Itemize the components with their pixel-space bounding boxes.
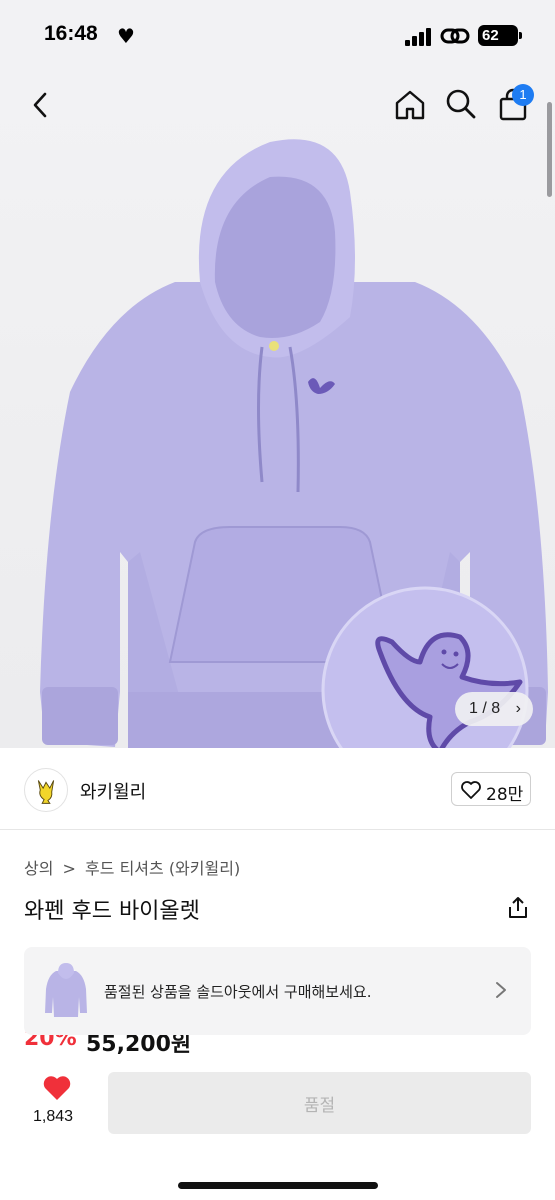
soldout-banner[interactable]: 품절된 상품을 솔드아웃에서 구매해보세요. [24, 947, 531, 1035]
brand-logo-icon[interactable] [24, 768, 68, 812]
soldout-button[interactable]: 품절 [108, 1072, 531, 1134]
brand-like-button[interactable]: 28만 [451, 772, 531, 806]
battery-tip [519, 32, 522, 39]
heart-filled-icon[interactable] [42, 1074, 72, 1102]
breadcrumb-subcategory[interactable]: 후드 티셔츠 (와키윌리) [85, 859, 240, 878]
home-icon[interactable] [393, 88, 427, 122]
chevron-right-icon [496, 982, 506, 998]
link-icon [440, 28, 470, 44]
status-bar: 16:48 ♥ 62 [0, 0, 555, 72]
scrollbar[interactable] [547, 102, 552, 197]
bottom-action-bar: 1,843 품절 [0, 1058, 555, 1200]
signal-icon [405, 28, 435, 46]
home-indicator[interactable] [178, 1182, 378, 1189]
product-thumbnail [45, 963, 87, 1017]
search-icon[interactable] [445, 88, 477, 120]
product-hoodie-image [40, 139, 548, 748]
brand-name[interactable]: 와키윌리 [80, 778, 146, 804]
product-image-gallery[interactable]: 1 1 / 8 › [0, 72, 555, 748]
breadcrumb-separator: > [62, 859, 76, 878]
wish-count: 1,843 [33, 1108, 74, 1125]
heart-status-icon: ♥ [117, 24, 135, 48]
heart-outline-icon [461, 781, 481, 799]
brand-row[interactable]: 와키윌리 28만 [0, 748, 555, 830]
product-title: 와펜 후드 바이올렛 [24, 899, 200, 924]
breadcrumb: 상의 > 후드 티셔츠 (와키윌리) [24, 855, 244, 879]
image-pager[interactable]: 1 / 8 › [455, 692, 533, 726]
chevron-left-icon[interactable] [26, 90, 56, 120]
pager-text: 1 / 8 [469, 700, 501, 717]
cart-count-badge: 1 [512, 84, 534, 106]
chevron-right-icon: › [515, 700, 521, 717]
breadcrumb-category[interactable]: 상의 [24, 859, 53, 878]
soldout-banner-text: 품절된 상품을 솔드아웃에서 구매해보세요. [104, 983, 372, 1001]
battery-icon: 62 [478, 25, 518, 46]
brand-like-count: 28만 [486, 785, 524, 805]
status-time: 16:48 [44, 22, 98, 45]
share-icon[interactable] [505, 895, 531, 921]
